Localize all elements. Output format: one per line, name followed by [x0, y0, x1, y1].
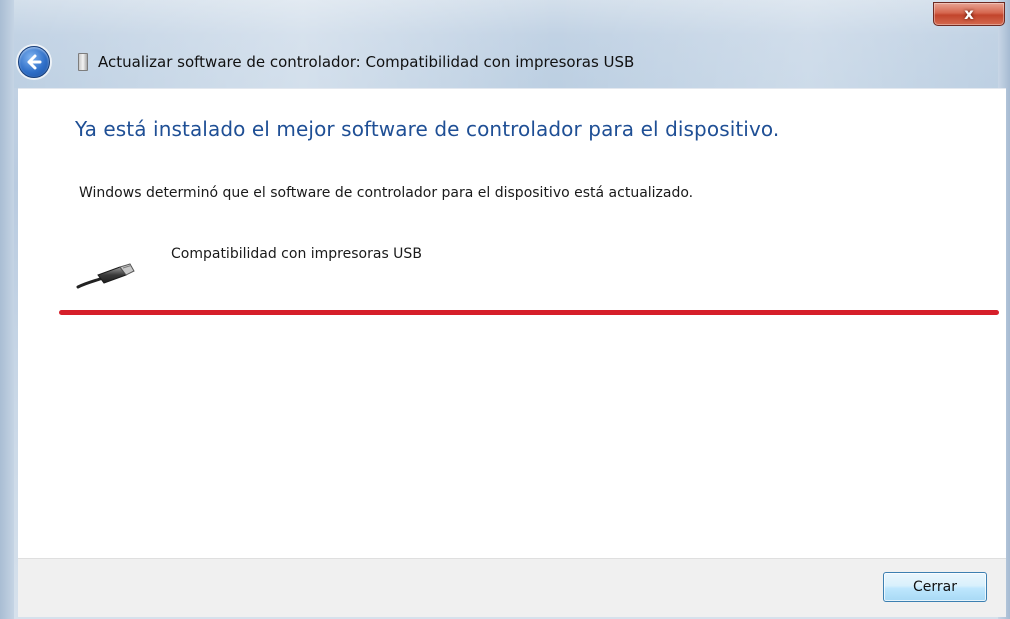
navigation-row: Actualizar software de controlador: Comp…: [18, 46, 998, 78]
highlight-line: [59, 310, 999, 315]
usb-cable-icon: [76, 263, 135, 289]
window-title: Actualizar software de controlador: Comp…: [98, 53, 635, 71]
device-name: Compatibilidad con impresoras USB: [171, 246, 422, 262]
dialog-footer: Cerrar: [18, 558, 1006, 617]
close-button[interactable]: Cerrar: [883, 572, 987, 602]
device-icon: [78, 53, 88, 71]
back-arrow-icon: [27, 54, 42, 70]
back-button[interactable]: [18, 46, 50, 78]
driver-update-window: x Actualizar software de controlador: Co…: [0, 0, 1010, 619]
dialog-content: Ya está instalado el mejor software de c…: [18, 88, 1006, 559]
result-description: Windows determinó que el software de con…: [79, 185, 694, 201]
window-frame-left: [0, 0, 14, 619]
close-icon: x: [964, 5, 974, 23]
result-heading: Ya está instalado el mejor software de c…: [75, 117, 780, 141]
window-close-button[interactable]: x: [933, 2, 1005, 26]
